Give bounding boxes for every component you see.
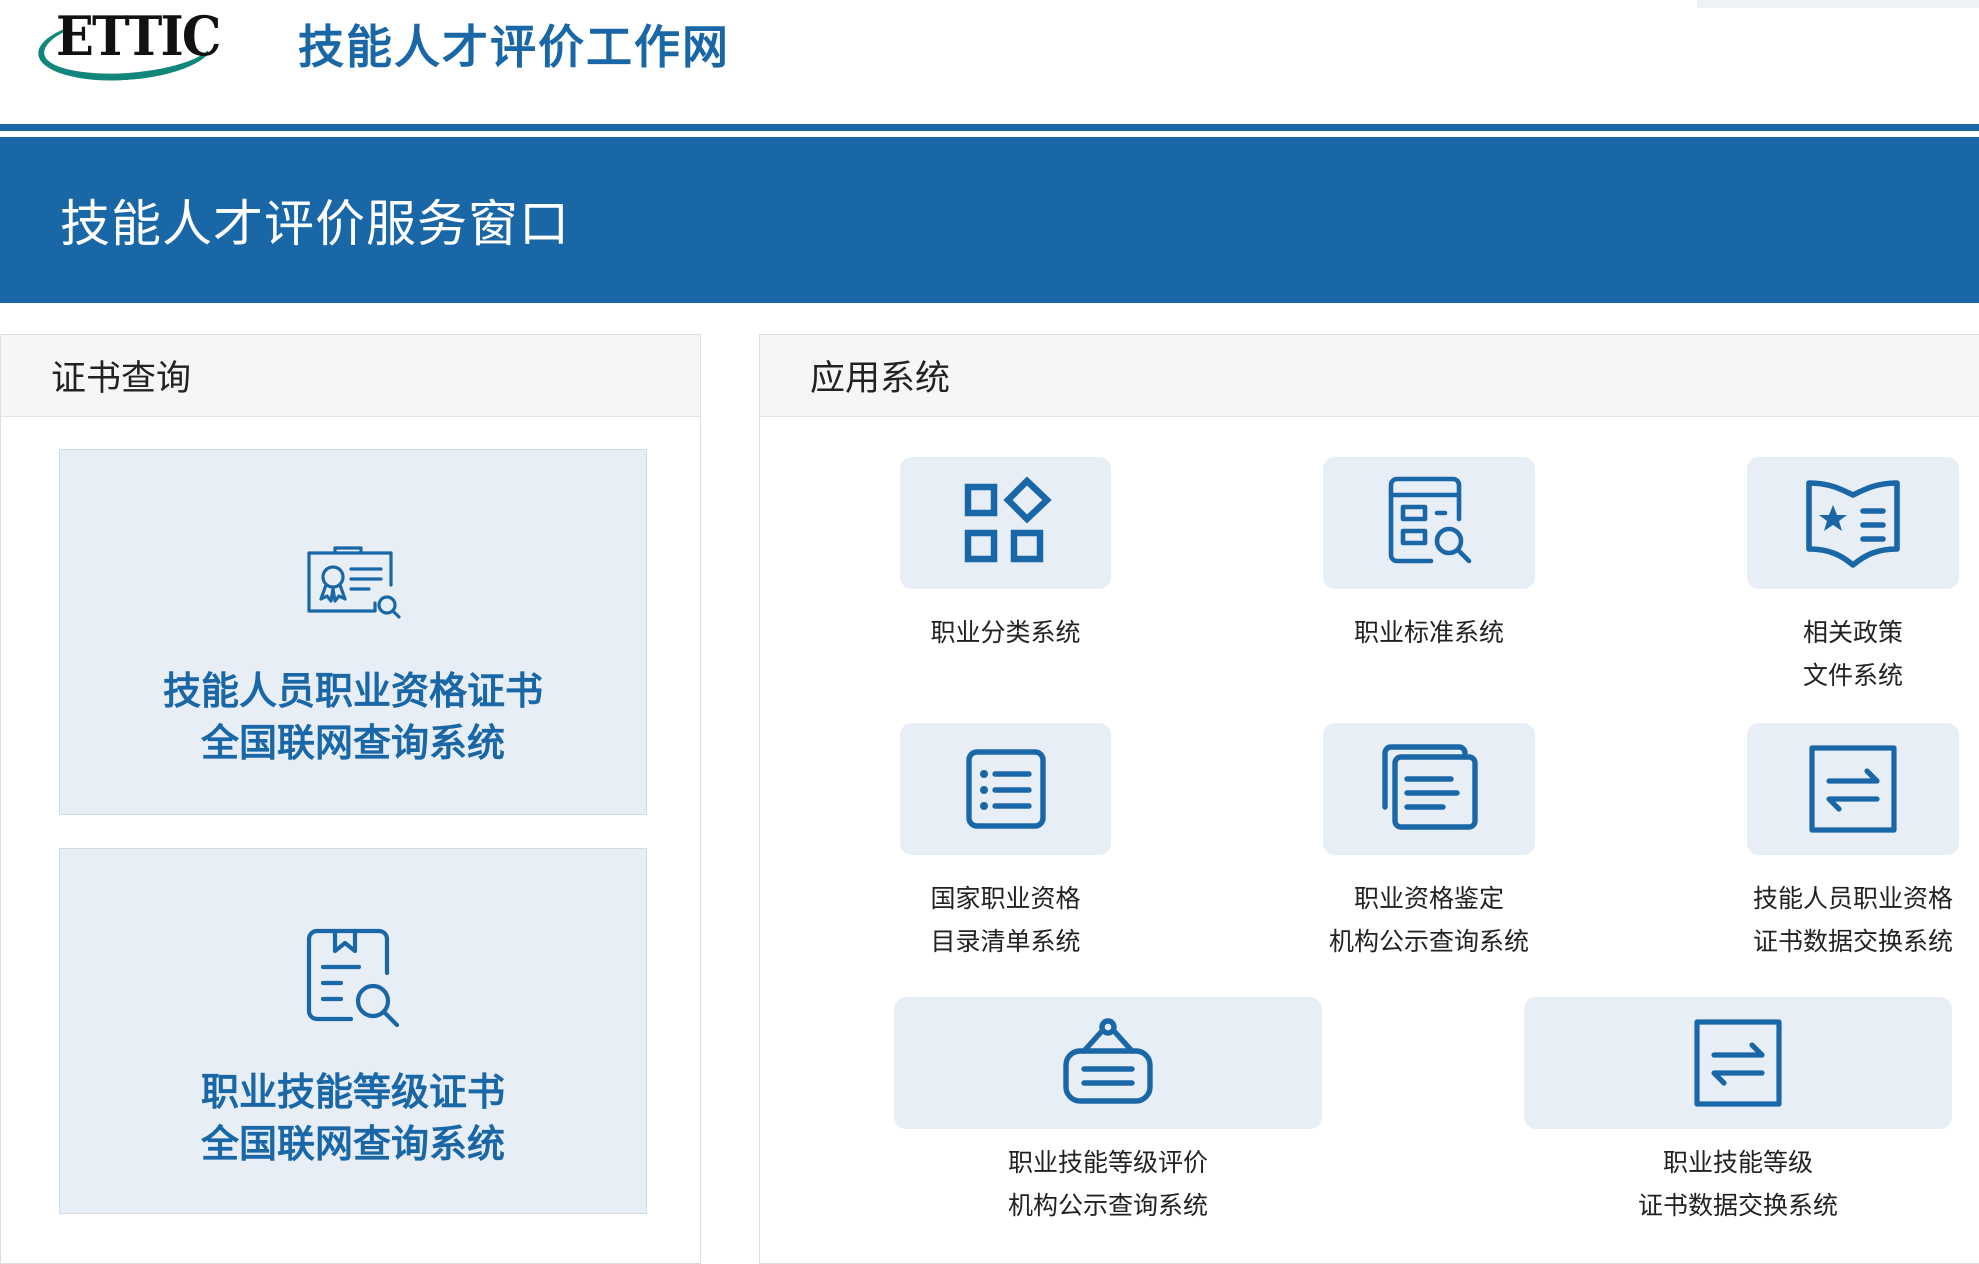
card-title-line-1: 技能人员职业资格证书 [162, 669, 543, 713]
tile-label: 职业分类系统 [840, 611, 1171, 654]
document-search-icon [306, 928, 400, 1028]
certificate-search-icon [307, 546, 401, 619]
page-banner: 技能人才评价服务窗口 [0, 137, 1979, 303]
tile-label-line-1: 职业技能等级 [1662, 1148, 1813, 1177]
tile-label-line-2: 文件系统 [1802, 661, 1903, 690]
application-systems-panel: 应用系统 职业分类系统 职业标准系统 相关政策 文件系统 国家职业资格 目录清单… [759, 334, 1979, 1264]
site-title[interactable]: 技能人才评价工作网 [298, 11, 730, 77]
tile-label-line-1: 国家职业资格 [930, 884, 1081, 913]
hanging-sign-icon [1063, 1018, 1153, 1104]
form-search-icon [1388, 476, 1472, 564]
exchange-icon [1809, 745, 1897, 833]
grid-diamond-icon [964, 476, 1052, 563]
card-title-line-2: 全国联网查询系统 [200, 1122, 505, 1166]
tile-label-line-2: 证书数据交换系统 [1637, 1191, 1838, 1220]
tile-icon-box [1323, 723, 1535, 855]
skill-level-certificate-query-card[interactable]: 职业技能等级证书 全国联网查询系统 [59, 848, 647, 1214]
tile-label-line-2: 目录清单系统 [930, 927, 1081, 956]
tile-label: 相关政策 文件系统 [1687, 611, 1979, 697]
stacked-documents-icon [1382, 744, 1478, 830]
tile-label: 职业技能等级 证书数据交换系统 [1464, 1141, 1979, 1227]
card-title-line-1: 职业技能等级证书 [200, 1070, 505, 1114]
logo-text: ETTIC [56, 4, 221, 68]
list-icon [965, 749, 1046, 829]
certificate-query-heading: 证书查询 [1, 335, 700, 417]
tile-label-line-1: 技能人员职业资格 [1752, 884, 1953, 913]
application-systems-heading: 应用系统 [760, 335, 1979, 417]
tile-label: 职业技能等级评价 机构公示查询系统 [834, 1141, 1382, 1227]
tile-icon-box [894, 997, 1322, 1129]
policy-book-icon [1806, 480, 1900, 568]
tile-label-line-1: 职业标准系统 [1353, 618, 1504, 647]
tile-icon-box [1747, 723, 1959, 855]
certificate-query-panel: 证书查询 技能人员职业资格证书 全国联网查询系统 职业技能等级证书 全国联网查询… [0, 334, 701, 1264]
tile-icon-box [1524, 997, 1952, 1129]
tile-label-line-1: 职业技能等级评价 [1007, 1148, 1208, 1177]
tile-icon-box [1747, 457, 1959, 589]
tile-label: 职业标准系统 [1263, 611, 1595, 654]
card-title-line-2: 全国联网查询系统 [200, 721, 505, 765]
tile-label-line-2: 证书数据交换系统 [1752, 927, 1953, 956]
header-divider [0, 124, 1979, 131]
tile-label: 职业资格鉴定 机构公示查询系统 [1263, 877, 1595, 963]
qualification-certificate-query-card[interactable]: 技能人员职业资格证书 全国联网查询系统 [59, 449, 647, 815]
tile-label-line-2: 机构公示查询系统 [1328, 927, 1529, 956]
tile-label-line-1: 职业资格鉴定 [1353, 884, 1504, 913]
tile-label-line-1: 相关政策 [1802, 618, 1903, 647]
tile-icon-box [1323, 457, 1535, 589]
tile-label: 技能人员职业资格 证书数据交换系统 [1687, 877, 1979, 963]
header-corner-bar [1697, 0, 1979, 8]
page-title: 技能人才评价服务窗口 [60, 195, 570, 253]
tile-label: 国家职业资格 目录清单系统 [840, 877, 1171, 963]
logo[interactable]: ETTIC [35, 4, 221, 87]
tile-icon-box [900, 457, 1111, 589]
tile-label-line-1: 职业分类系统 [930, 618, 1081, 647]
tile-icon-box [900, 723, 1111, 855]
exchange-icon [1694, 1019, 1782, 1107]
site-header: ETTIC 技能人才评价工作网 [35, 4, 730, 87]
tile-label-line-2: 机构公示查询系统 [1007, 1191, 1208, 1220]
